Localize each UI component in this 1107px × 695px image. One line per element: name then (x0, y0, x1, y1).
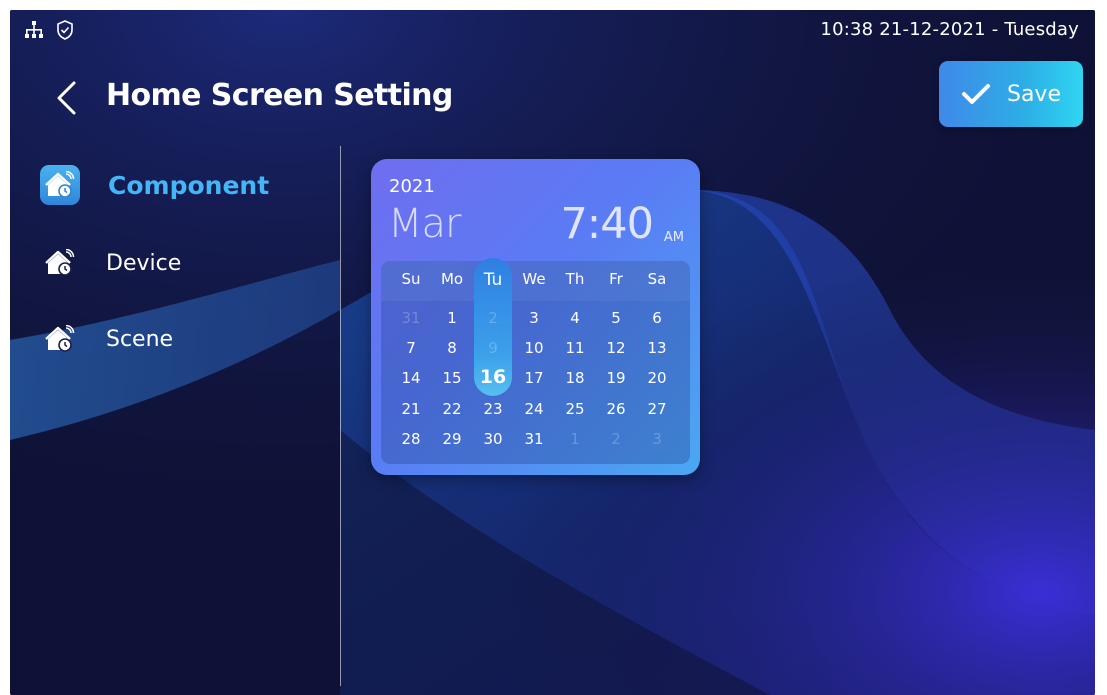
shield-check-icon (57, 20, 73, 40)
chevron-left-icon (57, 81, 76, 115)
save-button-label: Save (1006, 81, 1061, 107)
widget-month: Mar (388, 201, 461, 247)
calendar-day: 18 (565, 369, 585, 387)
sidebar-item-label: Component (108, 170, 270, 200)
back-button[interactable] (52, 80, 80, 116)
home-widget-icon (40, 319, 80, 359)
status-datetime: 10:38 21-12-2021 - Tuesday (820, 19, 1079, 40)
calendar-day: 31 (524, 430, 544, 448)
home-screen-setting-screen: 10:38 21-12-2021 - Tuesday Home Screen S… (10, 10, 1095, 695)
calendar-clock-widget[interactable]: 2021 Mar 7:40 AM Su Mo Tu We Th Fr Sa 31 1 2 3 4 5 6 7… (371, 159, 700, 475)
calendar-day: 28 (401, 430, 421, 448)
calendar-day: 22 (442, 400, 462, 418)
calendar-day: 25 (565, 400, 585, 418)
checkmark-icon (961, 84, 990, 104)
sidebar-item-scene[interactable]: Scene (40, 319, 173, 359)
weekday-label: Th (565, 270, 585, 288)
page-title: Home Screen Setting (106, 78, 453, 113)
calendar-day: 1 (447, 309, 457, 327)
sidebar-divider (340, 146, 341, 686)
calendar-day: 12 (606, 339, 626, 357)
calendar-day: 10 (524, 339, 544, 357)
calendar-day: 30 (483, 430, 503, 448)
calendar-day: 3 (652, 430, 662, 448)
calendar-day: 23 (483, 400, 503, 418)
home-widget-icon (40, 165, 80, 205)
widget-year: 2021 (389, 176, 435, 197)
home-widget-icon (40, 243, 80, 283)
weekday-label: Mo (440, 270, 464, 288)
weekday-label: Fr (609, 270, 623, 288)
calendar-day: 9 (488, 339, 498, 357)
widget-ampm: AM (663, 230, 684, 245)
calendar-day: 13 (647, 339, 667, 357)
calendar-day: 31 (401, 309, 421, 327)
calendar-day: 4 (570, 309, 580, 327)
status-icons (24, 20, 74, 40)
sidebar-item-label: Device (106, 250, 182, 276)
save-button[interactable]: Save (939, 61, 1083, 127)
calendar-day: 15 (442, 369, 462, 387)
calendar-day: 3 (529, 309, 539, 327)
sidebar-item-component[interactable]: Component (40, 165, 269, 205)
widget-time: 7:40 (560, 199, 654, 249)
calendar-day-today: 16 (479, 366, 507, 388)
calendar-day: 2 (611, 430, 621, 448)
weekday-label: We (522, 270, 546, 288)
weekday-label: Tu (483, 270, 503, 290)
calendar-day: 21 (401, 400, 421, 418)
network-icon (25, 21, 43, 38)
calendar-day: 1 (570, 430, 580, 448)
calendar-day: 5 (611, 309, 621, 327)
calendar-day: 11 (565, 339, 585, 357)
weekday-label: Sa (647, 270, 667, 288)
calendar-day: 6 (652, 309, 662, 327)
sidebar-item-device[interactable]: Device (40, 243, 181, 283)
calendar-day: 8 (447, 339, 457, 357)
calendar-day: 19 (606, 369, 626, 387)
calendar-day: 14 (401, 369, 421, 387)
calendar-day: 27 (647, 400, 667, 418)
calendar-day: 24 (524, 400, 544, 418)
calendar-day: 2 (488, 309, 498, 327)
calendar-day: 17 (524, 369, 544, 387)
calendar-day: 20 (647, 369, 667, 387)
calendar-day: 26 (606, 400, 626, 418)
sidebar-item-label: Scene (106, 326, 174, 352)
calendar-day: 29 (442, 430, 462, 448)
weekday-label: Su (401, 270, 421, 288)
calendar-day: 7 (406, 339, 416, 357)
